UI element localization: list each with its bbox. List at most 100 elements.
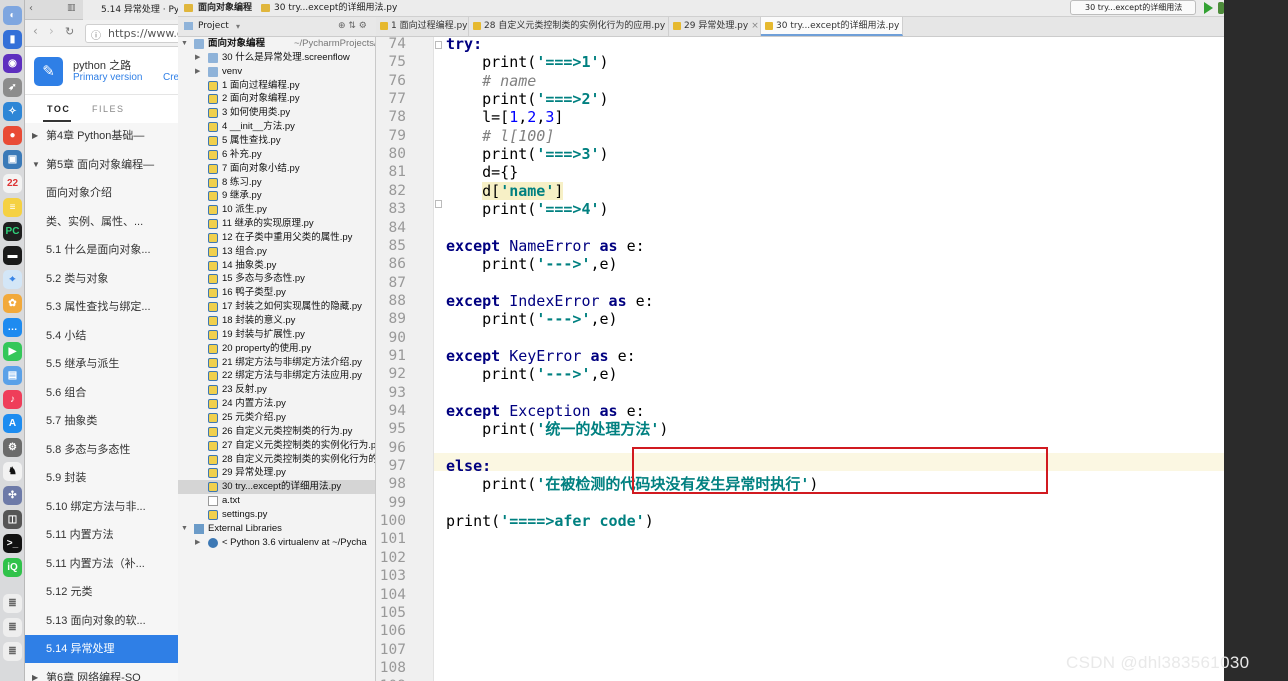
back-icon[interactable]: ‹	[29, 3, 33, 14]
document-icon-2[interactable]: ≣	[3, 618, 22, 637]
tree-item[interactable]: 10 派生.py	[178, 203, 375, 217]
site-version[interactable]: Primary version	[73, 72, 142, 83]
fold-marker-icon[interactable]	[435, 41, 442, 49]
site-extra-link[interactable]: Cre	[163, 72, 178, 83]
code-line[interactable]: print('--->',e)	[446, 310, 617, 328]
chevron-right-icon[interactable]: ▶	[32, 664, 38, 681]
tab-file-30[interactable]: 30 try...except的详细用法.py×	[761, 17, 903, 36]
tree-item[interactable]: 8 练习.py	[178, 176, 375, 190]
tab-files[interactable]: FILES	[92, 104, 125, 114]
tree-item[interactable]: 27 自定义元类控制类的实例化行为.p	[178, 439, 375, 453]
document-icon-3[interactable]: ≣	[3, 642, 22, 661]
code-line[interactable]: print('===>3')	[446, 145, 608, 163]
run-configuration-select[interactable]: 30 try...except的详细用法	[1070, 0, 1196, 15]
tree-item[interactable]: 4 __init__方法.py	[178, 120, 375, 134]
tree-item[interactable]: 3 如何使用类.py	[178, 106, 375, 120]
finder-icon[interactable]: ◐	[3, 6, 22, 25]
tab-file-29[interactable]: 29 异常处理.py ×	[669, 17, 761, 36]
facetime-icon[interactable]: ▶	[3, 342, 22, 361]
tree-item[interactable]: 17 封装之如何实现属性的隐藏.py	[178, 300, 375, 314]
code-line[interactable]: except Exception as e:	[446, 402, 645, 420]
site-logo-icon[interactable]	[34, 57, 63, 86]
tree-item[interactable]: 26 自定义元类控制类的行为.py	[178, 425, 375, 439]
notes-icon[interactable]: ≡	[3, 198, 22, 217]
maps-icon[interactable]: ⌖	[3, 270, 22, 289]
tree-item[interactable]: 22 绑定方法与非绑定方法应用.py	[178, 369, 375, 383]
blank-icon[interactable]: ◫	[3, 510, 22, 529]
tree-item[interactable]: 11 继承的实现原理.py	[178, 217, 375, 231]
music-icon[interactable]: ♪	[3, 390, 22, 409]
messages-icon[interactable]: …	[3, 318, 22, 337]
chevron-right-icon[interactable]: ▶	[32, 122, 38, 150]
toc-item[interactable]: 5.11 内置方法（补...	[25, 550, 178, 578]
code-line[interactable]: d['name']	[446, 181, 564, 200]
forward-arrow-icon[interactable]: ›	[49, 24, 54, 38]
tree-item[interactable]: ▼ External Libraries	[178, 522, 375, 536]
code-editor[interactable]: 74 75 76 77 78 79 80 81 82 83 84 85 86 87 88 89 90 91 92 93…	[376, 37, 1224, 681]
code-line[interactable]: except IndexError as e:	[446, 292, 654, 310]
dropdown-icon[interactable]: ▾	[236, 17, 240, 36]
tab-file-1[interactable]: 1 面向过程编程.py×	[376, 17, 469, 36]
tree-item[interactable]: 28 自定义元类控制类的实例化行为的	[178, 453, 375, 467]
tree-item[interactable]: ▼ 面向对象编程 ~/PycharmProjects/面向	[178, 37, 375, 51]
toc-item[interactable]: 5.8 多态与多态性	[25, 436, 178, 464]
preview-icon[interactable]: ▣	[3, 150, 22, 169]
tree-item[interactable]: 6 补充.py	[178, 148, 375, 162]
tree-item[interactable]: 1 面向过程编程.py	[178, 79, 375, 93]
tree-item[interactable]: 30 try...except的详细用法.py	[178, 480, 375, 495]
tree-item[interactable]: 7 面向对象小结.py	[178, 162, 375, 176]
toc-item[interactable]: ▼ 第5章 面向对象编程—	[25, 151, 178, 179]
breadcrumb-file[interactable]: 30 try...except的详细用法.py	[274, 0, 397, 16]
toc-item[interactable]: ▶ 第4章 Python基础—	[25, 122, 178, 150]
code-line[interactable]: print('===>2')	[446, 90, 608, 108]
expand-down-icon[interactable]: ▼	[181, 37, 188, 51]
calendar-alt-icon[interactable]: ▤	[3, 366, 22, 385]
chevron-down-icon[interactable]: ▼	[32, 151, 40, 179]
expand-right-icon[interactable]: ▶	[195, 536, 200, 550]
toc-item[interactable]: 类、实例、属性、...	[25, 208, 178, 236]
tree-item[interactable]: 24 内置方法.py	[178, 397, 375, 411]
dashboard-icon[interactable]: ▮	[3, 30, 22, 49]
qq-icon[interactable]: ♞	[3, 462, 22, 481]
toc-item[interactable]: ▶ 第6章 网络编程-SO	[25, 664, 178, 681]
tree-item[interactable]: 20 property的使用.py	[178, 342, 375, 356]
code-line[interactable]: except NameError as e:	[446, 237, 645, 255]
iqiyi-icon[interactable]: iQ	[3, 558, 22, 577]
code-line[interactable]: # name	[446, 72, 536, 90]
close-icon[interactable]: ×	[902, 21, 903, 31]
back-arrow-icon[interactable]: ‹	[33, 24, 38, 38]
tree-item[interactable]: 18 封装的意义.py	[178, 314, 375, 328]
tree-item[interactable]: 19 封装与扩展性.py	[178, 328, 375, 342]
toc-item[interactable]: 5.13 面向对象的软...	[25, 607, 178, 635]
code-line[interactable]: except KeyError as e:	[446, 347, 636, 365]
tree-item[interactable]: 29 异常处理.py	[178, 466, 375, 480]
toc-item[interactable]: 5.10 绑定方法与非...	[25, 493, 178, 521]
toc-item[interactable]: 5.12 元类	[25, 578, 178, 606]
fold-marker-icon[interactable]	[435, 200, 442, 208]
tree-item[interactable]: 13 组合.py	[178, 245, 375, 259]
code-line[interactable]: d={}	[446, 163, 518, 181]
run-icon[interactable]	[1204, 2, 1213, 14]
code-line[interactable]: l=[1,2,3]	[446, 108, 563, 126]
tree-item[interactable]: 2 面向对象编程.py	[178, 92, 375, 106]
code-line[interactable]: print('--->',e)	[446, 255, 617, 273]
tree-item[interactable]: 15 多态与多态性.py	[178, 272, 375, 286]
tree-item[interactable]: 21 绑定方法与非绑定方法介绍.py	[178, 356, 375, 370]
appstore-icon[interactable]: A	[3, 414, 22, 433]
tree-item[interactable]: 9 继承.py	[178, 189, 375, 203]
code-line[interactable]: else:	[446, 457, 491, 475]
tree-item[interactable]: ▶ venv	[178, 65, 375, 79]
site-title[interactable]: python 之路	[73, 57, 131, 73]
code-line[interactable]: # l[100]	[446, 127, 554, 145]
project-panel-title[interactable]: Project	[198, 17, 229, 36]
launchpad-icon[interactable]: ➶	[3, 78, 22, 97]
breadcrumb-project[interactable]: 面向对象编程	[198, 0, 252, 16]
code-line[interactable]: try:	[446, 37, 482, 53]
calendar-icon[interactable]: 22	[3, 174, 22, 193]
toc-item[interactable]: 5.2 类与对象	[25, 265, 178, 293]
toc-item[interactable]: 5.3 属性查找与绑定...	[25, 293, 178, 321]
code-line[interactable]: print('====>afer code')	[446, 512, 654, 530]
code-line[interactable]: print('统一的处理方法')	[446, 420, 668, 438]
tree-item[interactable]: settings.py	[178, 508, 375, 522]
toc-item[interactable]: 5.7 抽象类	[25, 407, 178, 435]
